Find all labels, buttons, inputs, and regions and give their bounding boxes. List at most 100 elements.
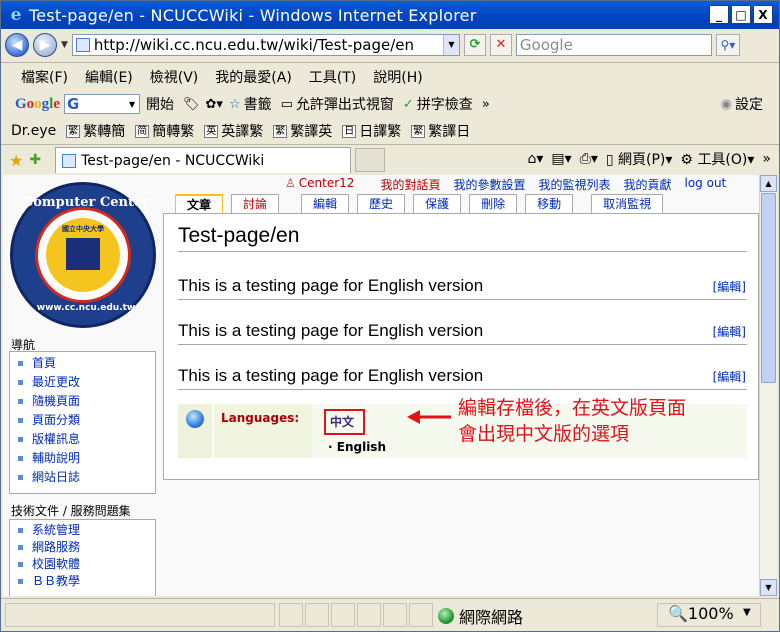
page-favicon-icon xyxy=(75,37,90,52)
address-dropdown-icon[interactable]: ▼ xyxy=(442,34,459,55)
my-talk-link[interactable]: 我的對話頁 xyxy=(380,176,440,193)
page-menu-button[interactable]: ▯ 網頁(P)▾ xyxy=(606,149,673,169)
maximize-button[interactable]: □ xyxy=(731,5,751,24)
sidebar-item-copyright[interactable]: 版權訊息 xyxy=(18,430,155,449)
spellcheck-button[interactable]: 拼字檢查 xyxy=(417,94,473,114)
dreye-simp-to-trad[interactable]: 简簡轉繁 xyxy=(135,121,194,141)
sidebar-item-label: 隨機頁面 xyxy=(32,394,81,408)
tab-move[interactable]: 移動 xyxy=(525,194,574,213)
sidebar-item-network[interactable]: 網路服務 xyxy=(18,539,155,556)
tools-menu-label: 工具(O) xyxy=(697,152,748,168)
vertical-scrollbar[interactable]: ▲ ▼ xyxy=(759,175,777,596)
dreye-en-to-trad[interactable]: 英英譯繁 xyxy=(204,121,263,141)
globe-icon xyxy=(186,410,204,428)
window-title: Test-page/en - NCUCCWiki - Windows Inter… xyxy=(29,5,477,25)
edit-section-link[interactable]: [編輯] xyxy=(713,278,746,295)
edit-section-link[interactable]: [編輯] xyxy=(713,368,746,385)
sidebar-item-label: 網站日誌 xyxy=(32,470,81,484)
print-icon[interactable]: ⎙▾ xyxy=(580,151,598,167)
pagerank-icon[interactable]: 🏷 xyxy=(183,97,200,112)
stop-button[interactable]: ✕ xyxy=(489,33,512,56)
sidebar-item-site-log[interactable]: 網站日誌 xyxy=(18,468,155,487)
new-tab-button[interactable] xyxy=(355,148,386,172)
logout-link[interactable]: log out xyxy=(685,176,727,193)
tab-active[interactable]: Test-page/en - NCUCCWiki xyxy=(55,147,352,173)
tab-article[interactable]: 文章 xyxy=(175,194,224,213)
language-link-chinese[interactable]: 中文 xyxy=(324,409,366,435)
google-start-button[interactable]: 開始 xyxy=(146,94,174,114)
logo-emblem: 國立中央大學 xyxy=(35,207,131,303)
menu-bar: 檔案(F) 編輯(E) 檢視(V) 我的最愛(A) 工具(T) 說明(H) xyxy=(1,64,779,90)
tab-history[interactable]: 歷史 xyxy=(357,194,406,213)
chevron-down-icon[interactable]: ▼ xyxy=(743,607,751,618)
menu-help[interactable]: 說明(H) xyxy=(373,67,422,87)
dreye-trad-to-en[interactable]: 繁繁譯英 xyxy=(273,121,332,141)
tab-discussion[interactable]: 討論 xyxy=(231,194,280,213)
address-bar[interactable]: http://wiki.cc.ncu.edu.tw/wiki/Test-page… xyxy=(71,33,460,56)
google-settings-button[interactable]: 設定 xyxy=(735,94,763,114)
popup-blocker-icon: ▭ xyxy=(280,96,293,112)
search-input[interactable]: Google xyxy=(515,33,712,56)
feeds-icon[interactable]: ▤▾ xyxy=(551,151,571,167)
favorites-star-icon[interactable]: ★ xyxy=(9,151,23,170)
site-logo[interactable]: Computer Center 國立中央大學 www.cc.ncu.edu.tw xyxy=(10,182,156,328)
add-favorite-icon[interactable]: ✚ xyxy=(29,152,41,168)
menu-favorites[interactable]: 我的最愛(A) xyxy=(215,67,292,87)
languages-label: Languages: xyxy=(212,404,312,458)
google-search-combo[interactable]: G ▼ xyxy=(64,94,141,114)
chevron-down-icon[interactable]: ▼ xyxy=(125,100,139,109)
sidebar-item-bb-tutorial[interactable]: ＢＢ教學 xyxy=(18,573,155,590)
forward-button[interactable]: ▶ xyxy=(33,32,57,57)
dreye-toolbar: Dr.eye 繁繁轉簡 简簡轉繁 英英譯繁 繁繁譯英 日日譯繁 繁繁譯日 xyxy=(1,118,779,144)
dreye-jp-to-trad[interactable]: 日日譯繁 xyxy=(342,121,401,141)
sidebar-item-campus-software[interactable]: 校園軟體 xyxy=(18,556,155,573)
scroll-up-icon[interactable]: ▲ xyxy=(760,175,777,192)
refresh-button[interactable]: ⟳ xyxy=(463,33,486,56)
popup-blocker-button[interactable]: 允許彈出式視窗 xyxy=(296,94,394,114)
my-preferences-link[interactable]: 我的參數設置 xyxy=(453,176,525,193)
tab-edit[interactable]: 編輯 xyxy=(301,194,350,213)
address-input[interactable]: http://wiki.cc.ncu.edu.tw/wiki/Test-page… xyxy=(94,36,443,54)
menu-view[interactable]: 檢視(V) xyxy=(150,67,199,87)
dreye-item-icon: 繁 xyxy=(66,124,81,138)
close-button[interactable]: X xyxy=(753,5,773,24)
window-controls: _ □ X xyxy=(709,5,773,24)
dreye-trad-to-simp[interactable]: 繁繁轉簡 xyxy=(66,121,125,141)
security-zone-label: 網際網路 xyxy=(459,608,524,627)
sidebar-item-random-page[interactable]: 隨機頁面 xyxy=(18,392,155,411)
dreye-trad-to-jp[interactable]: 繁繁譯日 xyxy=(411,121,470,141)
security-zone[interactable]: 網際網路 xyxy=(438,604,523,628)
chevron-double-right-icon[interactable]: » xyxy=(482,97,490,112)
my-contributions-link[interactable]: 我的貢獻 xyxy=(623,176,671,193)
language-link-english[interactable]: · English xyxy=(322,440,386,454)
tab-protect[interactable]: 保護 xyxy=(413,194,462,213)
tab-delete[interactable]: 刪除 xyxy=(469,194,518,213)
chevron-double-right-icon[interactable]: » xyxy=(762,151,771,167)
sidebar-item-recent-changes[interactable]: 最近更改 xyxy=(18,373,155,392)
scroll-down-icon[interactable]: ▼ xyxy=(760,579,777,596)
user-link[interactable]: ♙ Center12 xyxy=(285,176,367,193)
my-watchlist-link[interactable]: 我的監視列表 xyxy=(538,176,610,193)
scrollbar-thumb[interactable] xyxy=(761,193,776,383)
sidebar-item-categories[interactable]: 頁面分類 xyxy=(18,411,155,430)
tab-unwatch[interactable]: 取消監視 xyxy=(591,194,664,213)
sidebar-item-sysadmin[interactable]: 系統管理 xyxy=(18,522,155,539)
dreye-item-label: 日譯繁 xyxy=(359,124,402,140)
minimize-button[interactable]: _ xyxy=(709,5,729,24)
section-divider xyxy=(178,344,747,345)
home-icon[interactable]: ⌂▾ xyxy=(527,151,543,167)
edit-section-link[interactable]: [編輯] xyxy=(713,323,746,340)
search-button[interactable]: ⚲▾ xyxy=(715,33,740,56)
back-button[interactable]: ◀ xyxy=(5,32,29,57)
sidebar-item-home[interactable]: 首頁 xyxy=(18,354,155,373)
menu-edit[interactable]: 編輯(E) xyxy=(85,67,133,87)
options-icon[interactable]: ✿▾ xyxy=(206,97,223,112)
google-bookmarks-button[interactable]: 書籤 xyxy=(244,94,272,114)
menu-file[interactable]: 檔案(F) xyxy=(21,67,68,87)
history-dropdown-icon[interactable]: ▼ xyxy=(61,40,68,50)
tools-menu-button[interactable]: ⚙ 工具(O)▾ xyxy=(680,149,754,169)
menu-tools[interactable]: 工具(T) xyxy=(309,67,356,87)
zoom-level[interactable]: 🔍100% xyxy=(668,604,734,623)
sidebar-item-help[interactable]: 輔助說明 xyxy=(18,449,155,468)
dreye-item-icon: 日 xyxy=(342,124,357,138)
